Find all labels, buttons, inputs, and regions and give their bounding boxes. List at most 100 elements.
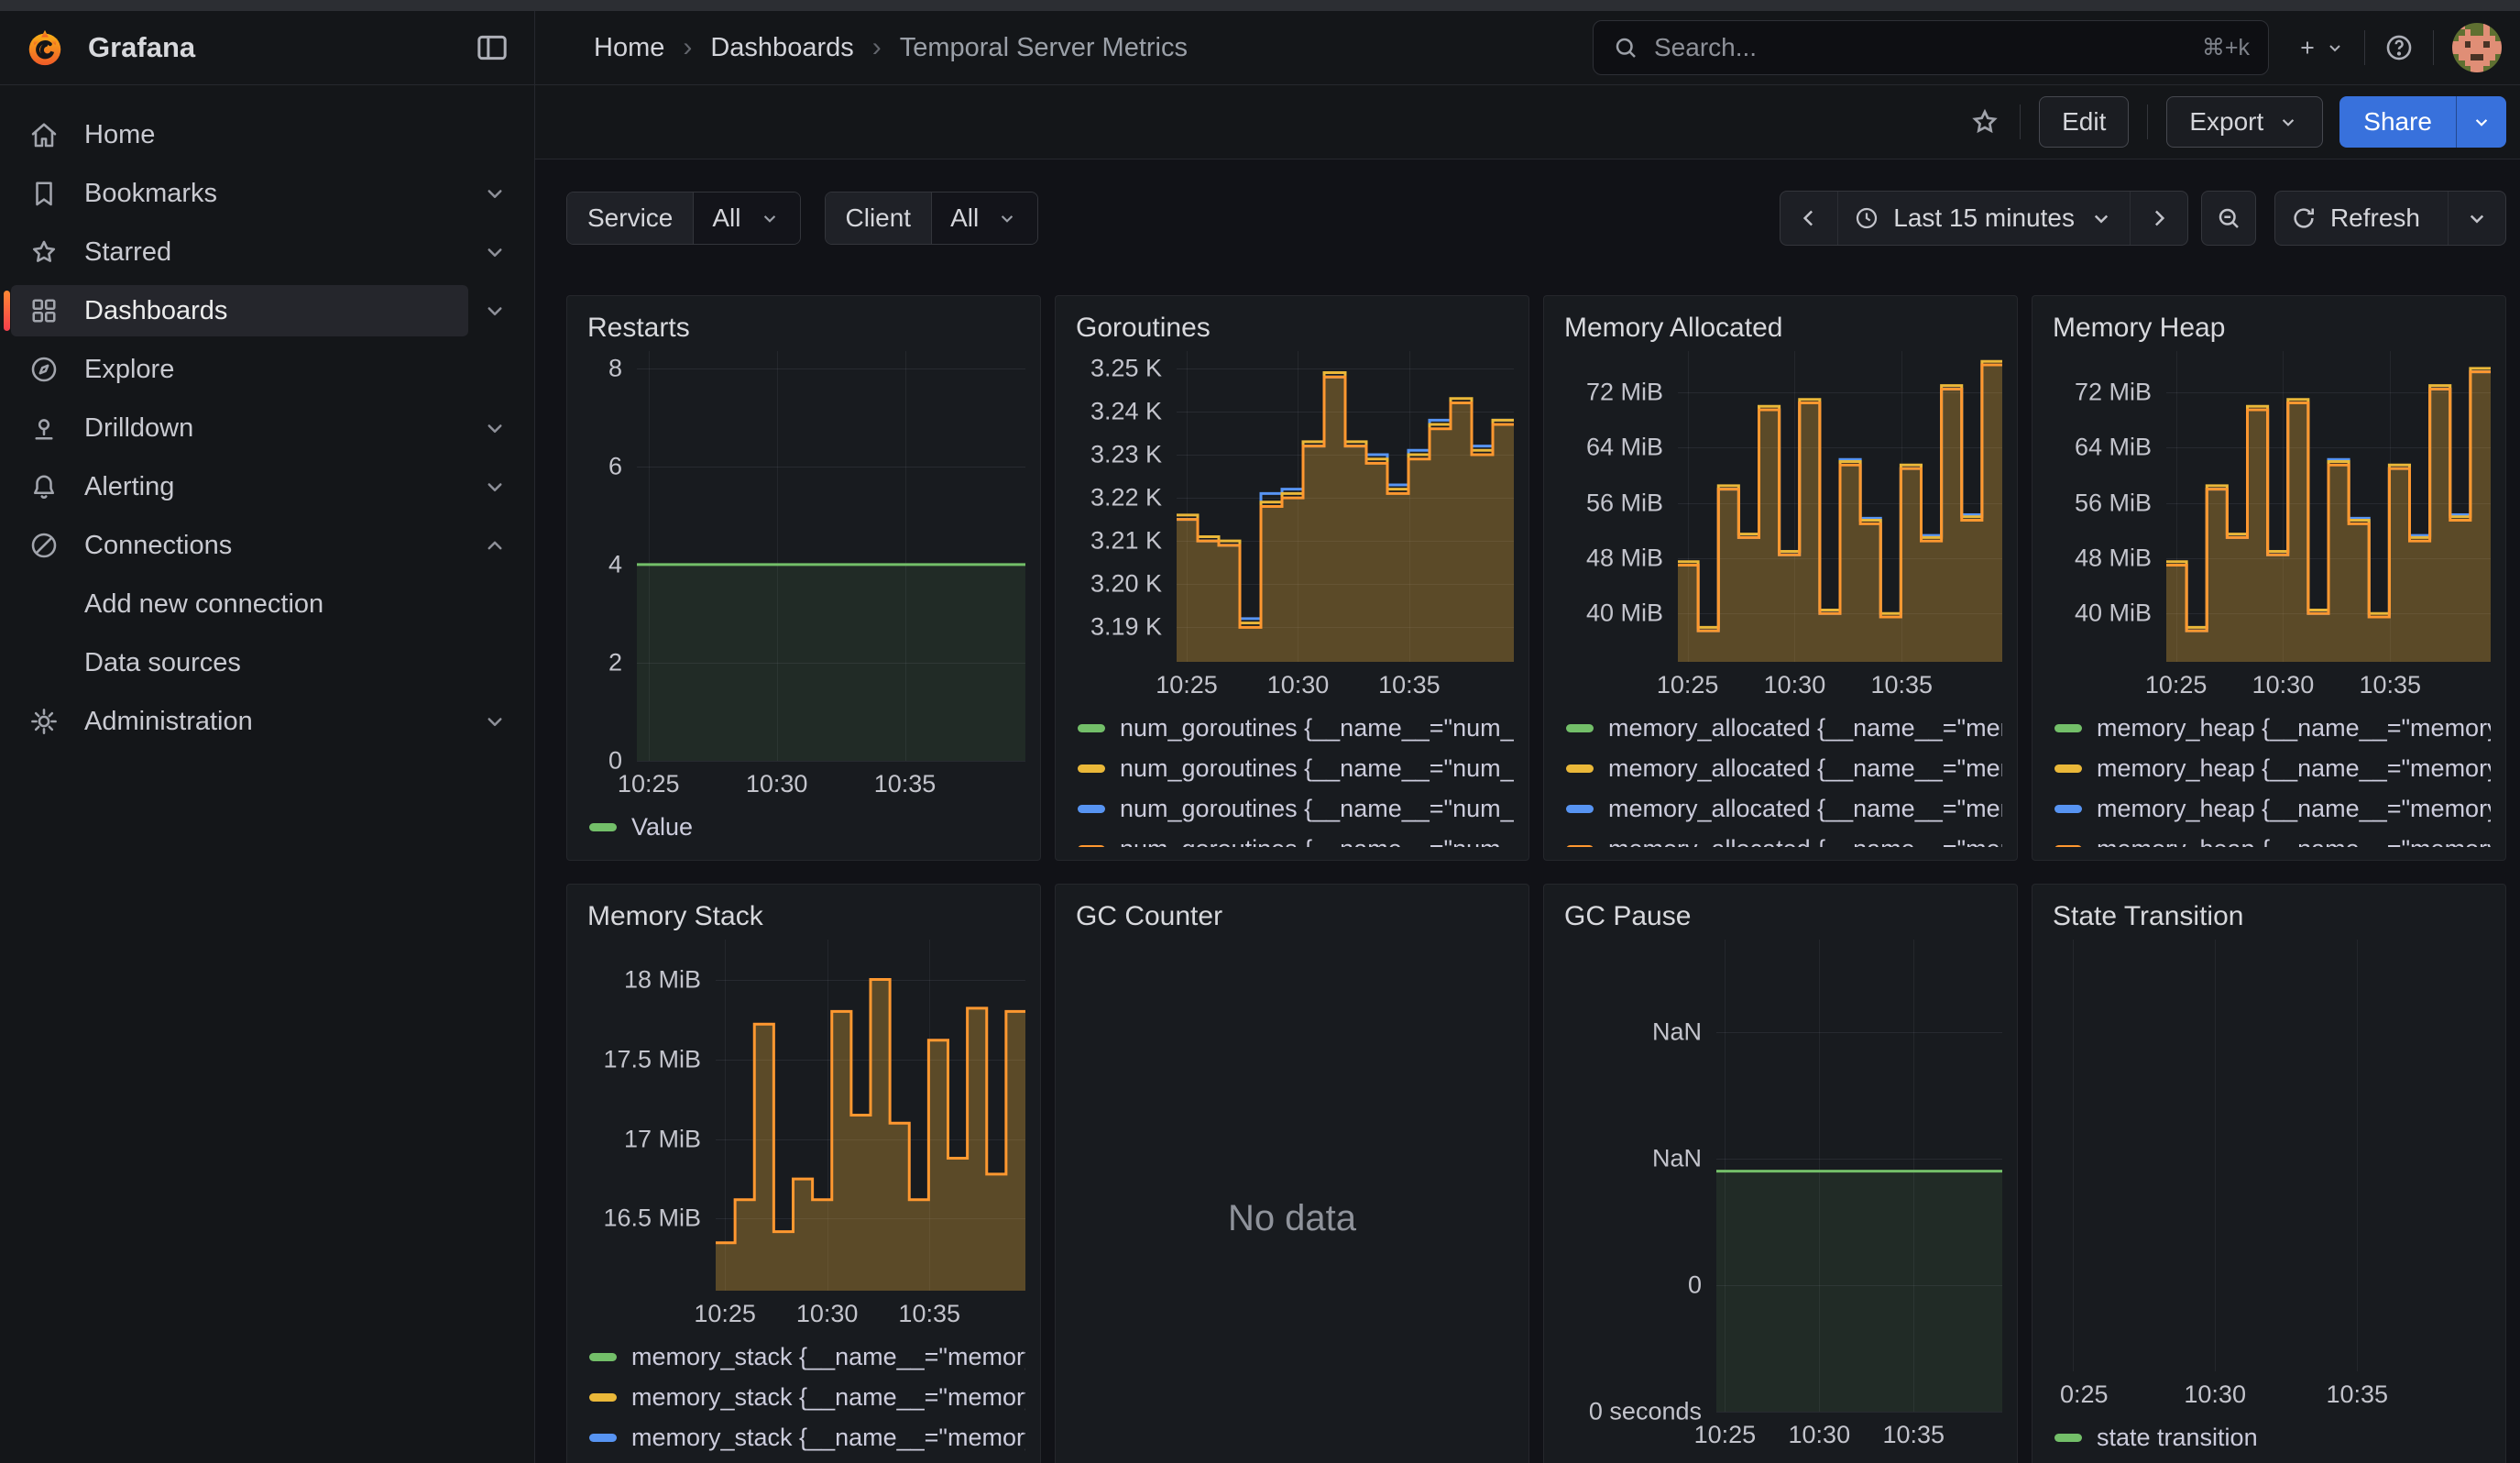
chevron-down-icon[interactable]	[481, 297, 509, 324]
sidebar-item-administration[interactable]: Administration	[0, 692, 534, 751]
breadcrumb-dashboards[interactable]: Dashboards	[710, 33, 853, 63]
sidebar-item-starred[interactable]: Starred	[0, 223, 534, 281]
sidebar-item-alerting[interactable]: Alerting	[0, 457, 534, 516]
panel-title[interactable]: GC Pause	[1564, 901, 2002, 932]
header-divider	[2364, 30, 2365, 65]
y-tick-label: 3.23 K	[1090, 440, 1162, 468]
legend-item[interactable]: memory_allocated {__name__="memc	[1566, 788, 2002, 829]
sidebar-item-drilldown[interactable]: Drilldown	[0, 399, 534, 457]
legend-item[interactable]: memory_allocated {__name__="memc	[1566, 829, 2002, 847]
plot-area[interactable]	[1716, 940, 2002, 1412]
y-tick-label: 64 MiB	[2075, 434, 2152, 462]
panel-title[interactable]: Goroutines	[1076, 313, 1514, 344]
legend-item[interactable]: memory_heap {__name__="memory_h	[2054, 708, 2491, 748]
legend-label: num_goroutines {__name__="num_go	[1120, 835, 1514, 848]
plot-area[interactable]	[2060, 940, 2491, 1371]
sidebar-item-label: Starred	[84, 237, 171, 268]
legend-item[interactable]: memory_stack {__name__="memory_s	[589, 1458, 1025, 1463]
legend-label: Value	[631, 813, 693, 842]
plus-icon	[2296, 37, 2318, 59]
sidebar-item-home[interactable]: Home	[0, 105, 534, 164]
legend-item[interactable]: memory_heap {__name__="memory_h	[2054, 829, 2491, 847]
zoom-out-time-button[interactable]	[2201, 191, 2256, 246]
time-series-chart[interactable]: 3.25 K3.24 K3.23 K3.22 K3.21 K3.20 K3.19…	[1070, 351, 1514, 704]
refresh-interval-button[interactable]	[2448, 192, 2505, 245]
dashboard-toolbar: Edit Export Share	[535, 85, 2520, 160]
connections-icon	[27, 529, 60, 562]
search-input[interactable]: Search... ⌘+k	[1593, 20, 2269, 75]
time-series-chart[interactable]: NaNNaN00 seconds10:2510:3010:35	[1559, 940, 2002, 1454]
series-svg	[1716, 940, 2002, 1412]
legend-item[interactable]: memory_stack {__name__="memory_s	[589, 1417, 1025, 1458]
time-series-chart[interactable]: 8642010:2510:3010:35	[582, 351, 1025, 803]
legend-item[interactable]: memory_heap {__name__="memory_h	[2054, 748, 2491, 788]
time-range-group: Last 15 minutes	[1780, 191, 2188, 246]
sidebar-item-connections[interactable]: Connections	[0, 516, 534, 575]
plot-area[interactable]	[1678, 351, 2002, 662]
panel-title[interactable]: State Transition	[2053, 901, 2491, 932]
panel-title[interactable]: Memory Stack	[587, 901, 1025, 932]
plot-area[interactable]	[716, 940, 1025, 1291]
star-dashboard-icon[interactable]	[1968, 105, 2001, 138]
legend-item[interactable]: memory_stack {__name__="memory_s	[589, 1336, 1025, 1377]
sidebar-item-bookmarks[interactable]: Bookmarks	[0, 164, 534, 223]
grafana-logo-icon[interactable]	[24, 27, 66, 69]
sidebar-item-explore[interactable]: Explore	[0, 340, 534, 399]
legend-item[interactable]: memory_stack {__name__="memory_s	[589, 1377, 1025, 1417]
chevron-down-icon[interactable]	[481, 238, 509, 266]
share-button[interactable]: Share	[2339, 96, 2456, 148]
time-series-chart[interactable]: 72 MiB64 MiB56 MiB48 MiB40 MiB10:2510:30…	[1559, 351, 2002, 704]
legend-item[interactable]: shard_item_created	[2054, 1458, 2491, 1463]
share-options-button[interactable]	[2456, 96, 2506, 148]
y-tick-label: 8	[608, 354, 622, 382]
panel-restarts: Restarts 8642010:2510:3010:35 Value	[566, 295, 1041, 861]
legend-label: memory_allocated {__name__="memc	[1608, 795, 2002, 823]
chevron-down-icon[interactable]	[481, 708, 509, 735]
plot-area[interactable]	[2166, 351, 2491, 662]
sidebar-item-data-sources[interactable]: Data sources	[0, 633, 534, 692]
panel-title[interactable]: Restarts	[587, 313, 1025, 344]
legend-item[interactable]: Value	[589, 807, 1025, 847]
brand-name[interactable]: Grafana	[88, 31, 195, 64]
panel-title[interactable]: Memory Heap	[2053, 313, 2491, 344]
time-shift-back-button[interactable]	[1780, 192, 1837, 245]
sidebar-item-add-new-connection[interactable]: Add new connection	[0, 575, 534, 633]
new-button[interactable]	[2291, 37, 2346, 59]
chevron-down-icon[interactable]	[481, 473, 509, 500]
chevron-down-icon[interactable]	[481, 414, 509, 442]
legend-item[interactable]: memory_allocated {__name__="memc	[1566, 748, 2002, 788]
help-button[interactable]	[2383, 32, 2415, 63]
drilldown-icon	[27, 412, 60, 445]
time-range-picker[interactable]: Last 15 minutes	[1837, 192, 2130, 245]
time-series-chart[interactable]: 18 MiB17.5 MiB17 MiB16.5 MiB10:2510:3010…	[582, 940, 1025, 1333]
service-filter-value[interactable]: All	[694, 192, 799, 244]
panel-title[interactable]: Memory Allocated	[1564, 313, 2002, 344]
plot-area[interactable]	[1177, 351, 1514, 662]
legend-item[interactable]: memory_heap {__name__="memory_h	[2054, 788, 2491, 829]
panel-title[interactable]: GC Counter	[1076, 901, 1514, 932]
client-filter-value[interactable]: All	[932, 192, 1037, 244]
breadcrumb-home[interactable]: Home	[594, 33, 664, 63]
chevron-down-icon[interactable]	[481, 180, 509, 207]
sidebar-item-dashboards[interactable]: Dashboards	[0, 281, 534, 340]
edit-button[interactable]: Edit	[2039, 96, 2129, 148]
legend-swatch	[589, 823, 617, 831]
refresh-button[interactable]: Refresh	[2275, 192, 2448, 245]
plot-area[interactable]	[637, 351, 1025, 761]
dock-menu-icon[interactable]	[474, 29, 510, 66]
legend-swatch	[2054, 764, 2082, 773]
y-axis: 18 MiB17.5 MiB17 MiB16.5 MiB	[582, 940, 716, 1291]
time-series-chart[interactable]: 0:2510:3010:35	[2047, 940, 2491, 1414]
time-series-chart[interactable]: 72 MiB64 MiB56 MiB48 MiB40 MiB10:2510:30…	[2047, 351, 2491, 704]
legend-item[interactable]: num_goroutines {__name__="num_go	[1078, 788, 1514, 829]
legend-item[interactable]: Value	[1566, 1458, 2002, 1463]
legend-item[interactable]: num_goroutines {__name__="num_go	[1078, 748, 1514, 788]
legend-item[interactable]: state transition	[2054, 1417, 2491, 1458]
chevron-up-icon[interactable]	[481, 532, 509, 559]
export-button[interactable]: Export	[2166, 96, 2323, 148]
legend-item[interactable]: memory_allocated {__name__="memc	[1566, 708, 2002, 748]
legend-item[interactable]: num_goroutines {__name__="num_go	[1078, 708, 1514, 748]
legend-item[interactable]: num_goroutines {__name__="num_go	[1078, 829, 1514, 847]
user-avatar[interactable]	[2452, 23, 2502, 72]
time-shift-forward-button[interactable]	[2130, 192, 2187, 245]
